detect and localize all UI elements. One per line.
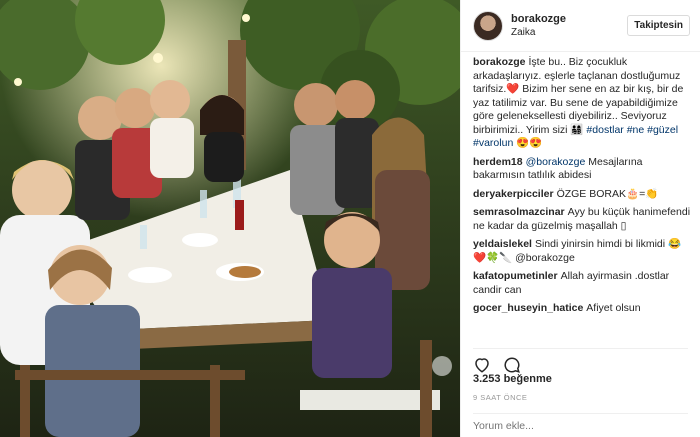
like-count[interactable]: 3.253 beğenme (473, 373, 552, 385)
caption: borakozge İşte bu.. Biz çocukluk arkadaşl… (473, 56, 692, 151)
following-button[interactable]: Takiptesin (627, 15, 690, 36)
comment-username[interactable]: gocer_huseyin_hatice (473, 302, 583, 314)
comment-username[interactable]: semrasolmazcinar (473, 206, 565, 218)
family-dinner-photo (0, 0, 460, 437)
comment-username[interactable]: kafatopumetinler (473, 270, 558, 282)
post-header: borakozge Zaika Takiptesin (461, 0, 700, 52)
comment: herdem18 @borakozge Mesajlarına bakarmısı… (473, 156, 692, 183)
watermark-logo (432, 356, 452, 376)
comment-username[interactable]: herdem18 (473, 156, 523, 168)
comment: kafatopumetinler Allah ayirmasin .dostlar… (473, 270, 692, 297)
post-actions (473, 348, 688, 374)
comment-input[interactable] (473, 419, 688, 432)
author-info: borakozge Zaika (511, 12, 627, 40)
comment-text: Afiyet olsun (586, 302, 641, 314)
add-comment-bar (473, 413, 688, 437)
post-side-panel: borakozge Zaika Takiptesin borakozge İşte… (460, 0, 700, 437)
comments-list[interactable]: borakozge İşte bu.. Biz çocukluk arkadaşl… (473, 56, 692, 346)
comment-username[interactable]: yeldaislekel (473, 238, 532, 250)
post-timestamp: 9 SAAT ÖNCE (473, 393, 528, 402)
comment-text: ÖZGE BORAK🎂=👏 (556, 187, 659, 200)
comment: semrasolmazcinar Ayy bu küçük hanimefendi… (473, 206, 692, 233)
comment: yeldaislekel Sindi yinirsin himdi bi likm… (473, 238, 692, 265)
caption-username[interactable]: borakozge (473, 56, 526, 68)
comment: gocer_huseyin_hatice Afiyet olsun (473, 302, 692, 316)
comment-mention[interactable]: @borakozge (526, 156, 586, 168)
post-photo[interactable] (0, 0, 460, 437)
avatar[interactable] (473, 10, 503, 41)
speech-bubble-icon[interactable] (503, 356, 521, 374)
post-location[interactable]: Zaika (511, 26, 627, 40)
comment: deryakerpicciler ÖZGE BORAK🎂=👏 (473, 188, 692, 202)
author-username[interactable]: borakozge (511, 12, 627, 26)
comment-username[interactable]: deryakerpicciler (473, 188, 554, 200)
caption-emoji: 😍😍 (513, 137, 543, 149)
heart-icon[interactable] (473, 356, 491, 374)
